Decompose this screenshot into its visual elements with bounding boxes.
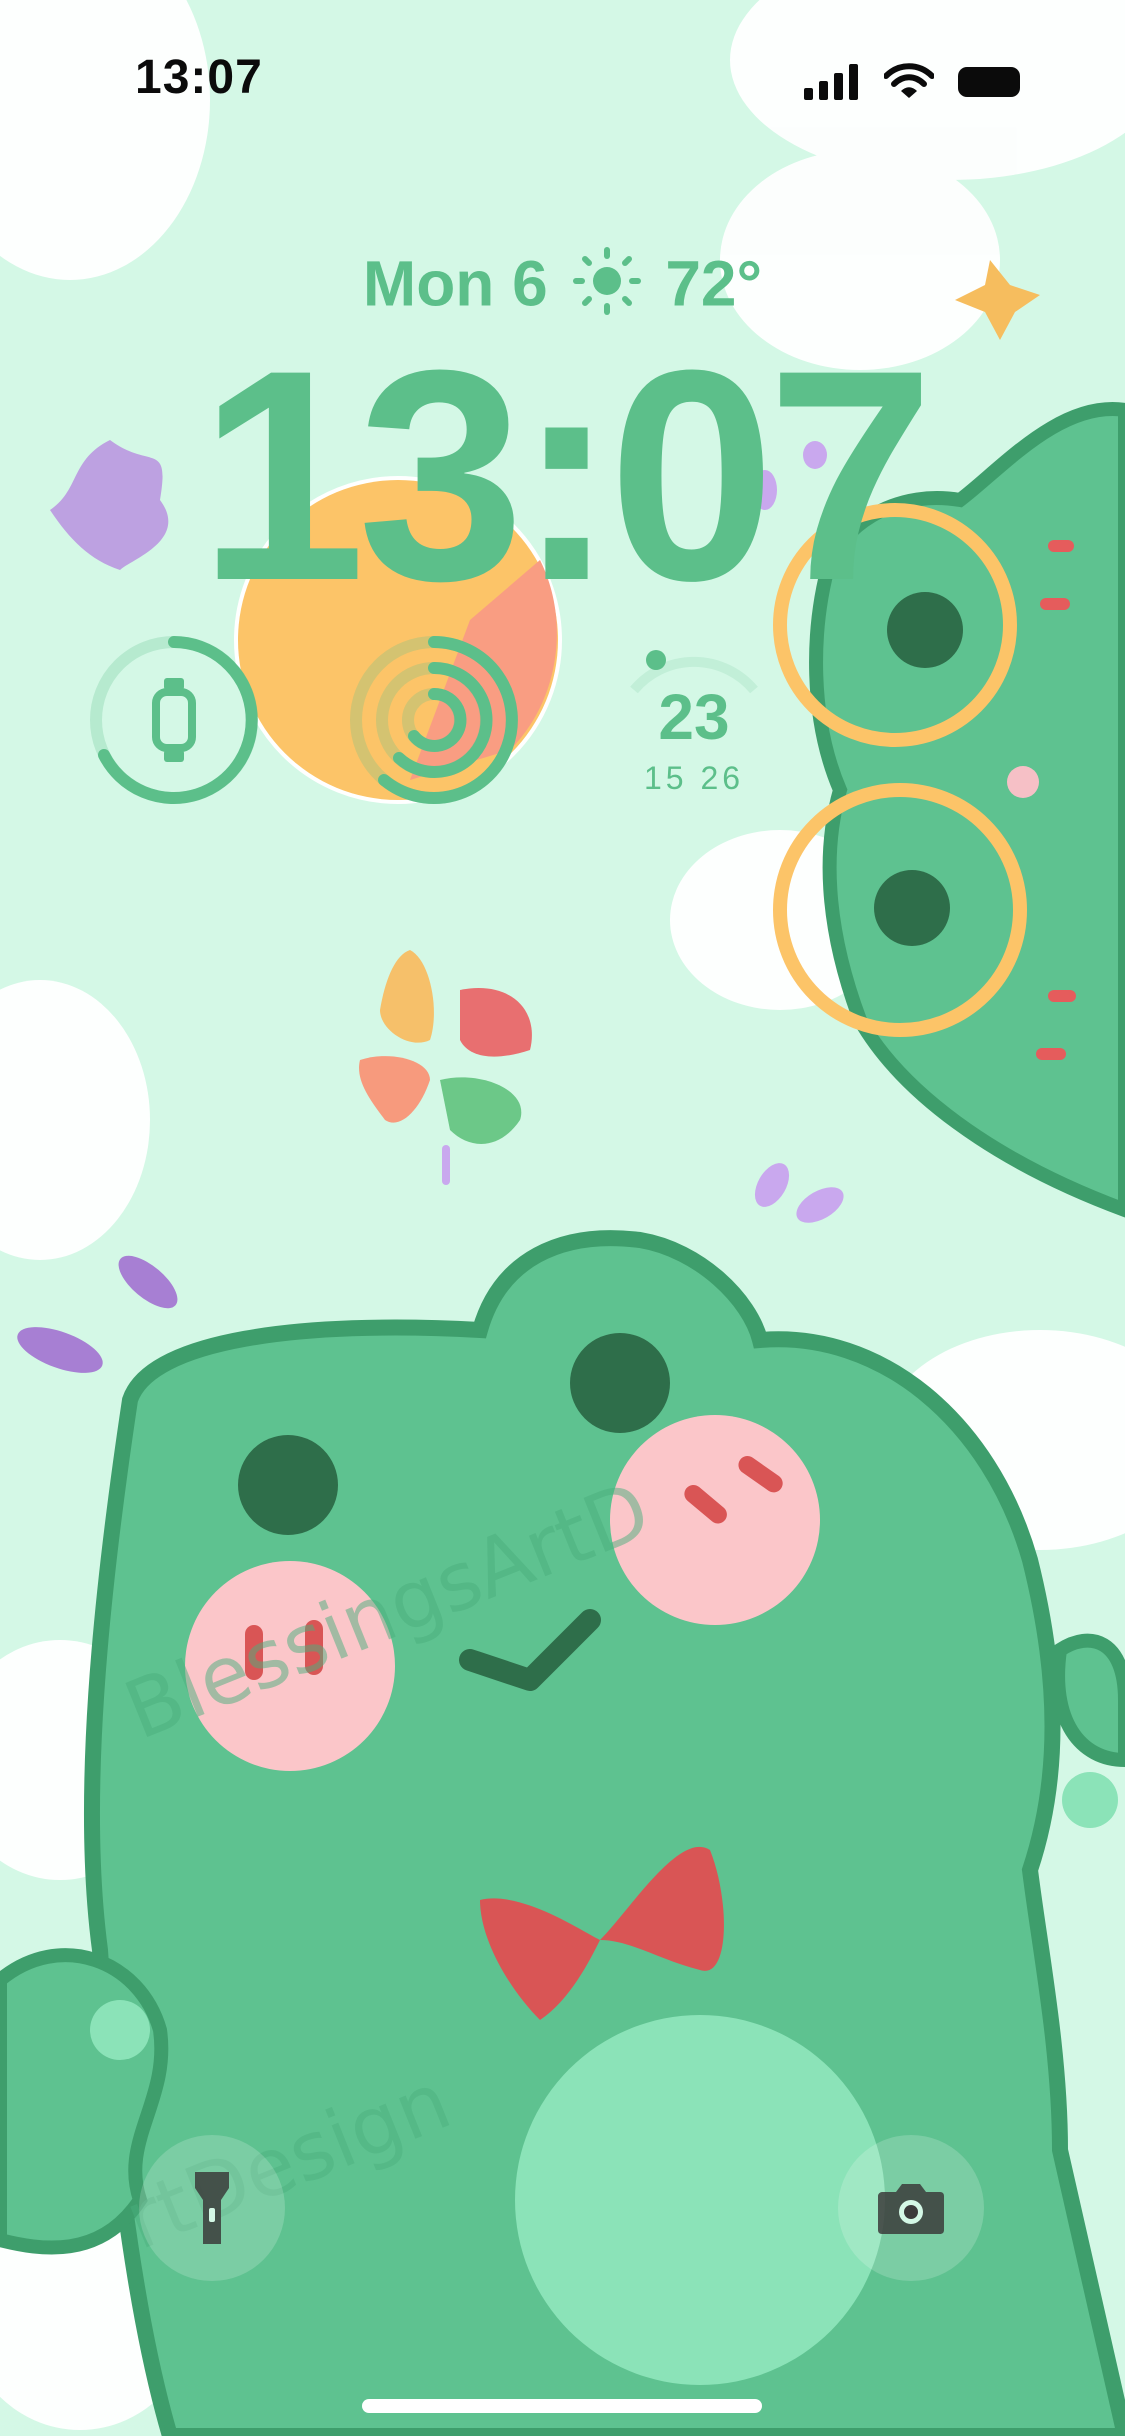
watch-battery-ring xyxy=(90,636,258,804)
watch-battery-widget[interactable] xyxy=(84,630,264,810)
calendar-day: 23 xyxy=(658,681,730,753)
home-indicator[interactable] xyxy=(362,2399,762,2413)
flashlight-icon xyxy=(195,2172,229,2244)
status-icons xyxy=(804,62,1020,102)
status-bar: 13:07 xyxy=(0,0,1125,160)
lock-widgets: 23 15 26 xyxy=(84,630,804,810)
calendar-widget[interactable]: 23 15 26 xyxy=(604,630,784,810)
activity-widget[interactable] xyxy=(344,630,524,810)
watch-icon xyxy=(152,678,196,762)
calendar-range: 15 26 xyxy=(604,760,784,797)
calendar-range-high: 26 xyxy=(700,760,745,796)
wifi-icon xyxy=(884,63,934,98)
cellular-signal-icon xyxy=(804,64,858,100)
camera-icon xyxy=(878,2184,944,2234)
status-time: 13:07 xyxy=(135,51,263,104)
calendar-range-low: 15 xyxy=(643,760,688,796)
flashlight-button[interactable] xyxy=(139,2135,285,2281)
camera-button[interactable] xyxy=(838,2135,984,2281)
lock-clock[interactable]: 13:07 xyxy=(0,325,1125,625)
battery-icon xyxy=(958,67,1020,97)
activity-rings-icon xyxy=(350,636,518,804)
